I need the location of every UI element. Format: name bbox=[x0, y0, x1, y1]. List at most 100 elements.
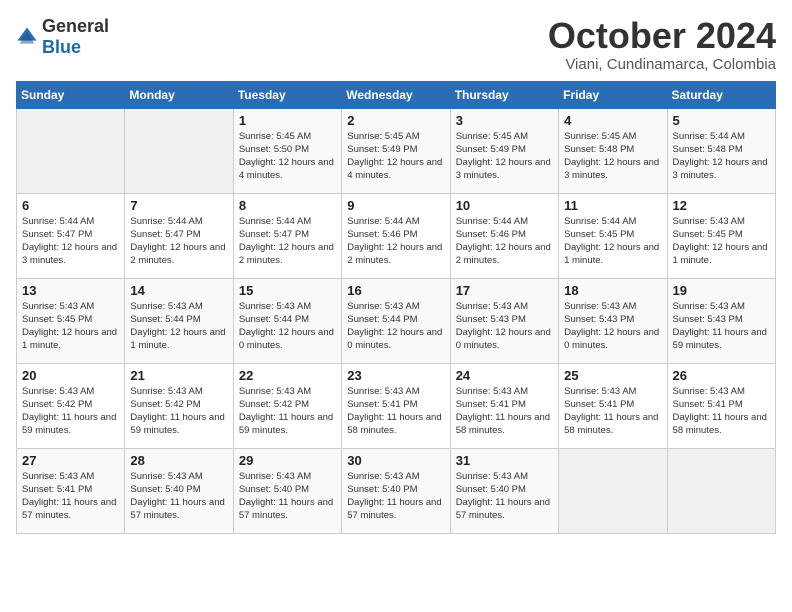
day-info: Sunrise: 5:43 AM Sunset: 5:41 PM Dayligh… bbox=[673, 385, 770, 438]
day-number: 23 bbox=[347, 368, 444, 383]
day-number: 8 bbox=[239, 198, 336, 213]
day-number: 30 bbox=[347, 453, 444, 468]
day-info: Sunrise: 5:43 AM Sunset: 5:45 PM Dayligh… bbox=[673, 215, 770, 268]
day-info: Sunrise: 5:43 AM Sunset: 5:44 PM Dayligh… bbox=[347, 300, 444, 353]
day-info: Sunrise: 5:44 AM Sunset: 5:45 PM Dayligh… bbox=[564, 215, 661, 268]
calendar-cell: 12 Sunrise: 5:43 AM Sunset: 5:45 PM Dayli… bbox=[667, 193, 775, 278]
day-number: 21 bbox=[130, 368, 227, 383]
day-info: Sunrise: 5:44 AM Sunset: 5:46 PM Dayligh… bbox=[347, 215, 444, 268]
day-info: Sunrise: 5:43 AM Sunset: 5:40 PM Dayligh… bbox=[239, 470, 336, 523]
day-header-saturday: Saturday bbox=[667, 81, 775, 108]
calendar-cell: 21 Sunrise: 5:43 AM Sunset: 5:42 PM Dayli… bbox=[125, 363, 233, 448]
week-row-3: 13 Sunrise: 5:43 AM Sunset: 5:45 PM Dayli… bbox=[17, 278, 776, 363]
calendar-cell: 27 Sunrise: 5:43 AM Sunset: 5:41 PM Dayli… bbox=[17, 448, 125, 533]
day-info: Sunrise: 5:43 AM Sunset: 5:40 PM Dayligh… bbox=[456, 470, 553, 523]
calendar-cell: 1 Sunrise: 5:45 AM Sunset: 5:50 PM Daylig… bbox=[233, 108, 341, 193]
week-row-5: 27 Sunrise: 5:43 AM Sunset: 5:41 PM Dayli… bbox=[17, 448, 776, 533]
day-number: 3 bbox=[456, 113, 553, 128]
header-row: SundayMondayTuesdayWednesdayThursdayFrid… bbox=[17, 81, 776, 108]
calendar-cell: 26 Sunrise: 5:43 AM Sunset: 5:41 PM Dayli… bbox=[667, 363, 775, 448]
day-info: Sunrise: 5:43 AM Sunset: 5:43 PM Dayligh… bbox=[673, 300, 770, 353]
day-header-friday: Friday bbox=[559, 81, 667, 108]
day-number: 25 bbox=[564, 368, 661, 383]
day-info: Sunrise: 5:43 AM Sunset: 5:41 PM Dayligh… bbox=[22, 470, 119, 523]
calendar-cell: 23 Sunrise: 5:43 AM Sunset: 5:41 PM Dayli… bbox=[342, 363, 450, 448]
logo-blue: Blue bbox=[42, 37, 81, 57]
day-number: 5 bbox=[673, 113, 770, 128]
day-info: Sunrise: 5:43 AM Sunset: 5:41 PM Dayligh… bbox=[456, 385, 553, 438]
calendar-cell: 5 Sunrise: 5:44 AM Sunset: 5:48 PM Daylig… bbox=[667, 108, 775, 193]
logo-icon bbox=[16, 26, 38, 48]
calendar-cell: 20 Sunrise: 5:43 AM Sunset: 5:42 PM Dayli… bbox=[17, 363, 125, 448]
day-header-thursday: Thursday bbox=[450, 81, 558, 108]
day-info: Sunrise: 5:45 AM Sunset: 5:48 PM Dayligh… bbox=[564, 130, 661, 183]
calendar-cell: 14 Sunrise: 5:43 AM Sunset: 5:44 PM Dayli… bbox=[125, 278, 233, 363]
day-info: Sunrise: 5:43 AM Sunset: 5:41 PM Dayligh… bbox=[347, 385, 444, 438]
day-info: Sunrise: 5:43 AM Sunset: 5:42 PM Dayligh… bbox=[22, 385, 119, 438]
day-number: 10 bbox=[456, 198, 553, 213]
week-row-2: 6Sunrise: 5:44 AM Sunset: 5:47 PM Daylig… bbox=[17, 193, 776, 278]
day-number: 19 bbox=[673, 283, 770, 298]
day-number: 26 bbox=[673, 368, 770, 383]
day-info: Sunrise: 5:43 AM Sunset: 5:40 PM Dayligh… bbox=[130, 470, 227, 523]
day-number: 28 bbox=[130, 453, 227, 468]
day-number: 20 bbox=[22, 368, 119, 383]
calendar-cell: 29Sunrise: 5:43 AM Sunset: 5:40 PM Dayli… bbox=[233, 448, 341, 533]
day-info: Sunrise: 5:43 AM Sunset: 5:41 PM Dayligh… bbox=[564, 385, 661, 438]
day-number: 11 bbox=[564, 198, 661, 213]
day-info: Sunrise: 5:45 AM Sunset: 5:49 PM Dayligh… bbox=[456, 130, 553, 183]
calendar-cell: 28 Sunrise: 5:43 AM Sunset: 5:40 PM Dayli… bbox=[125, 448, 233, 533]
logo-text: General Blue bbox=[42, 16, 109, 58]
day-info: Sunrise: 5:44 AM Sunset: 5:48 PM Dayligh… bbox=[673, 130, 770, 183]
calendar-title: October 2024 bbox=[548, 16, 776, 56]
calendar-subtitle: Viani, Cundinamarca, Colombia bbox=[548, 56, 776, 73]
calendar-cell bbox=[559, 448, 667, 533]
calendar-cell: 8 Sunrise: 5:44 AM Sunset: 5:47 PM Daylig… bbox=[233, 193, 341, 278]
day-number: 18 bbox=[564, 283, 661, 298]
day-number: 15 bbox=[239, 283, 336, 298]
day-info: Sunrise: 5:45 AM Sunset: 5:50 PM Dayligh… bbox=[239, 130, 336, 183]
day-number: 27 bbox=[22, 453, 119, 468]
calendar-cell: 7Sunrise: 5:44 AM Sunset: 5:47 PM Daylig… bbox=[125, 193, 233, 278]
day-info: Sunrise: 5:43 AM Sunset: 5:43 PM Dayligh… bbox=[564, 300, 661, 353]
calendar-table: SundayMondayTuesdayWednesdayThursdayFrid… bbox=[16, 81, 776, 534]
calendar-cell: 31 Sunrise: 5:43 AM Sunset: 5:40 PM Dayli… bbox=[450, 448, 558, 533]
day-number: 2 bbox=[347, 113, 444, 128]
day-number: 1 bbox=[239, 113, 336, 128]
day-info: Sunrise: 5:43 AM Sunset: 5:44 PM Dayligh… bbox=[239, 300, 336, 353]
calendar-cell: 19 Sunrise: 5:43 AM Sunset: 5:43 PM Dayli… bbox=[667, 278, 775, 363]
calendar-cell: 4Sunrise: 5:45 AM Sunset: 5:48 PM Daylig… bbox=[559, 108, 667, 193]
calendar-cell: 15 Sunrise: 5:43 AM Sunset: 5:44 PM Dayli… bbox=[233, 278, 341, 363]
day-info: Sunrise: 5:44 AM Sunset: 5:46 PM Dayligh… bbox=[456, 215, 553, 268]
day-number: 17 bbox=[456, 283, 553, 298]
day-header-wednesday: Wednesday bbox=[342, 81, 450, 108]
calendar-cell bbox=[17, 108, 125, 193]
day-number: 16 bbox=[347, 283, 444, 298]
calendar-cell: 25 Sunrise: 5:43 AM Sunset: 5:41 PM Dayli… bbox=[559, 363, 667, 448]
calendar-cell: 17 Sunrise: 5:43 AM Sunset: 5:43 PM Dayli… bbox=[450, 278, 558, 363]
logo: General Blue bbox=[16, 16, 109, 58]
calendar-cell: 2 Sunrise: 5:45 AM Sunset: 5:49 PM Daylig… bbox=[342, 108, 450, 193]
calendar-cell bbox=[125, 108, 233, 193]
day-number: 9 bbox=[347, 198, 444, 213]
day-info: Sunrise: 5:43 AM Sunset: 5:42 PM Dayligh… bbox=[130, 385, 227, 438]
day-header-monday: Monday bbox=[125, 81, 233, 108]
day-number: 12 bbox=[673, 198, 770, 213]
day-info: Sunrise: 5:43 AM Sunset: 5:45 PM Dayligh… bbox=[22, 300, 119, 353]
calendar-cell: 24 Sunrise: 5:43 AM Sunset: 5:41 PM Dayli… bbox=[450, 363, 558, 448]
day-number: 31 bbox=[456, 453, 553, 468]
calendar-cell: 11 Sunrise: 5:44 AM Sunset: 5:45 PM Dayli… bbox=[559, 193, 667, 278]
logo-general: General bbox=[42, 16, 109, 36]
day-number: 14 bbox=[130, 283, 227, 298]
day-info: Sunrise: 5:44 AM Sunset: 5:47 PM Dayligh… bbox=[22, 215, 119, 268]
calendar-cell bbox=[667, 448, 775, 533]
day-info: Sunrise: 5:44 AM Sunset: 5:47 PM Dayligh… bbox=[239, 215, 336, 268]
day-number: 13 bbox=[22, 283, 119, 298]
day-number: 22 bbox=[239, 368, 336, 383]
day-number: 24 bbox=[456, 368, 553, 383]
day-info: Sunrise: 5:43 AM Sunset: 5:40 PM Dayligh… bbox=[347, 470, 444, 523]
day-header-tuesday: Tuesday bbox=[233, 81, 341, 108]
day-info: Sunrise: 5:45 AM Sunset: 5:49 PM Dayligh… bbox=[347, 130, 444, 183]
day-info: Sunrise: 5:43 AM Sunset: 5:43 PM Dayligh… bbox=[456, 300, 553, 353]
day-info: Sunrise: 5:43 AM Sunset: 5:44 PM Dayligh… bbox=[130, 300, 227, 353]
